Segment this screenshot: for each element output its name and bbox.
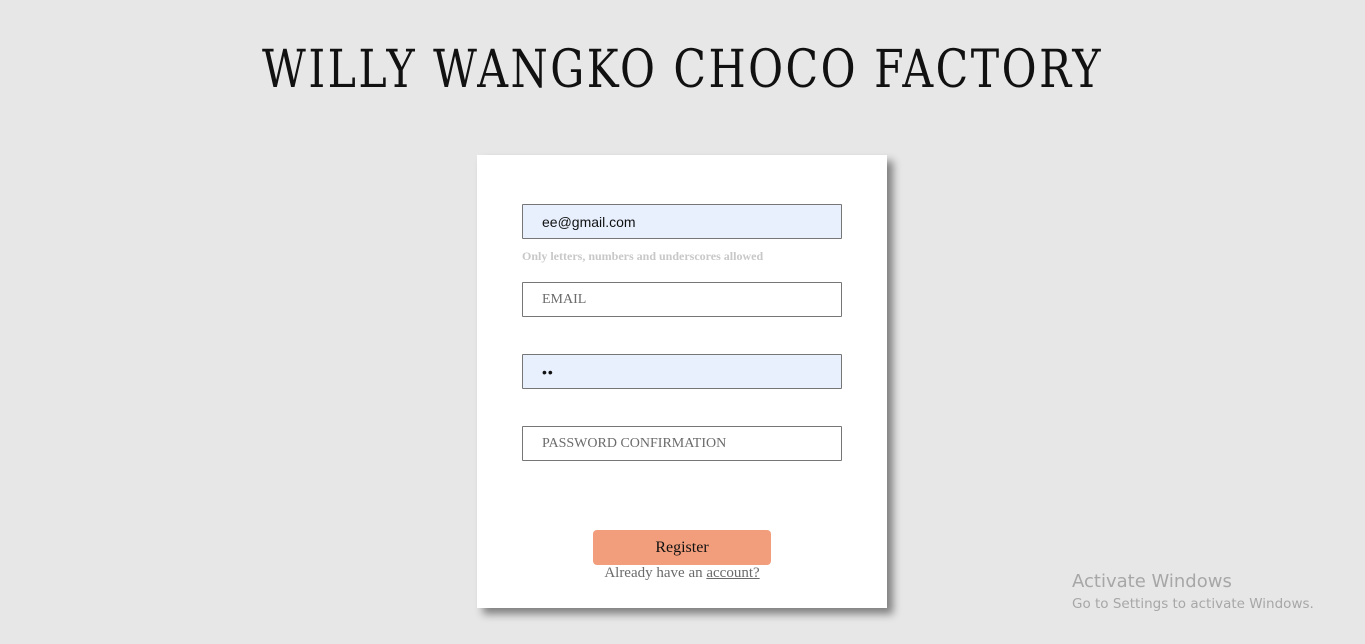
site-title: WILLY WANGKO CHOCO FACTORY (262, 40, 1103, 100)
login-prompt-line: Already have an account? (477, 565, 887, 582)
username-input[interactable] (522, 204, 842, 239)
login-link[interactable]: account? (706, 565, 759, 581)
register-card: Only letters, numbers and underscores al… (477, 155, 887, 608)
login-prompt-text: Already have an (604, 565, 707, 581)
activate-windows-watermark: Activate Windows Go to Settings to activ… (1072, 571, 1314, 614)
username-hint: Only letters, numbers and underscores al… (522, 249, 764, 263)
page: WILLY WANGKO CHOCO FACTORY Only letters,… (0, 0, 1365, 644)
watermark-subtitle: Go to Settings to activate Windows. (1072, 596, 1314, 612)
email-input[interactable] (522, 282, 842, 317)
watermark-title: Activate Windows (1072, 571, 1232, 592)
password-input[interactable] (522, 354, 842, 389)
register-button[interactable]: Register (593, 530, 771, 565)
password-confirmation-input[interactable] (522, 426, 842, 461)
